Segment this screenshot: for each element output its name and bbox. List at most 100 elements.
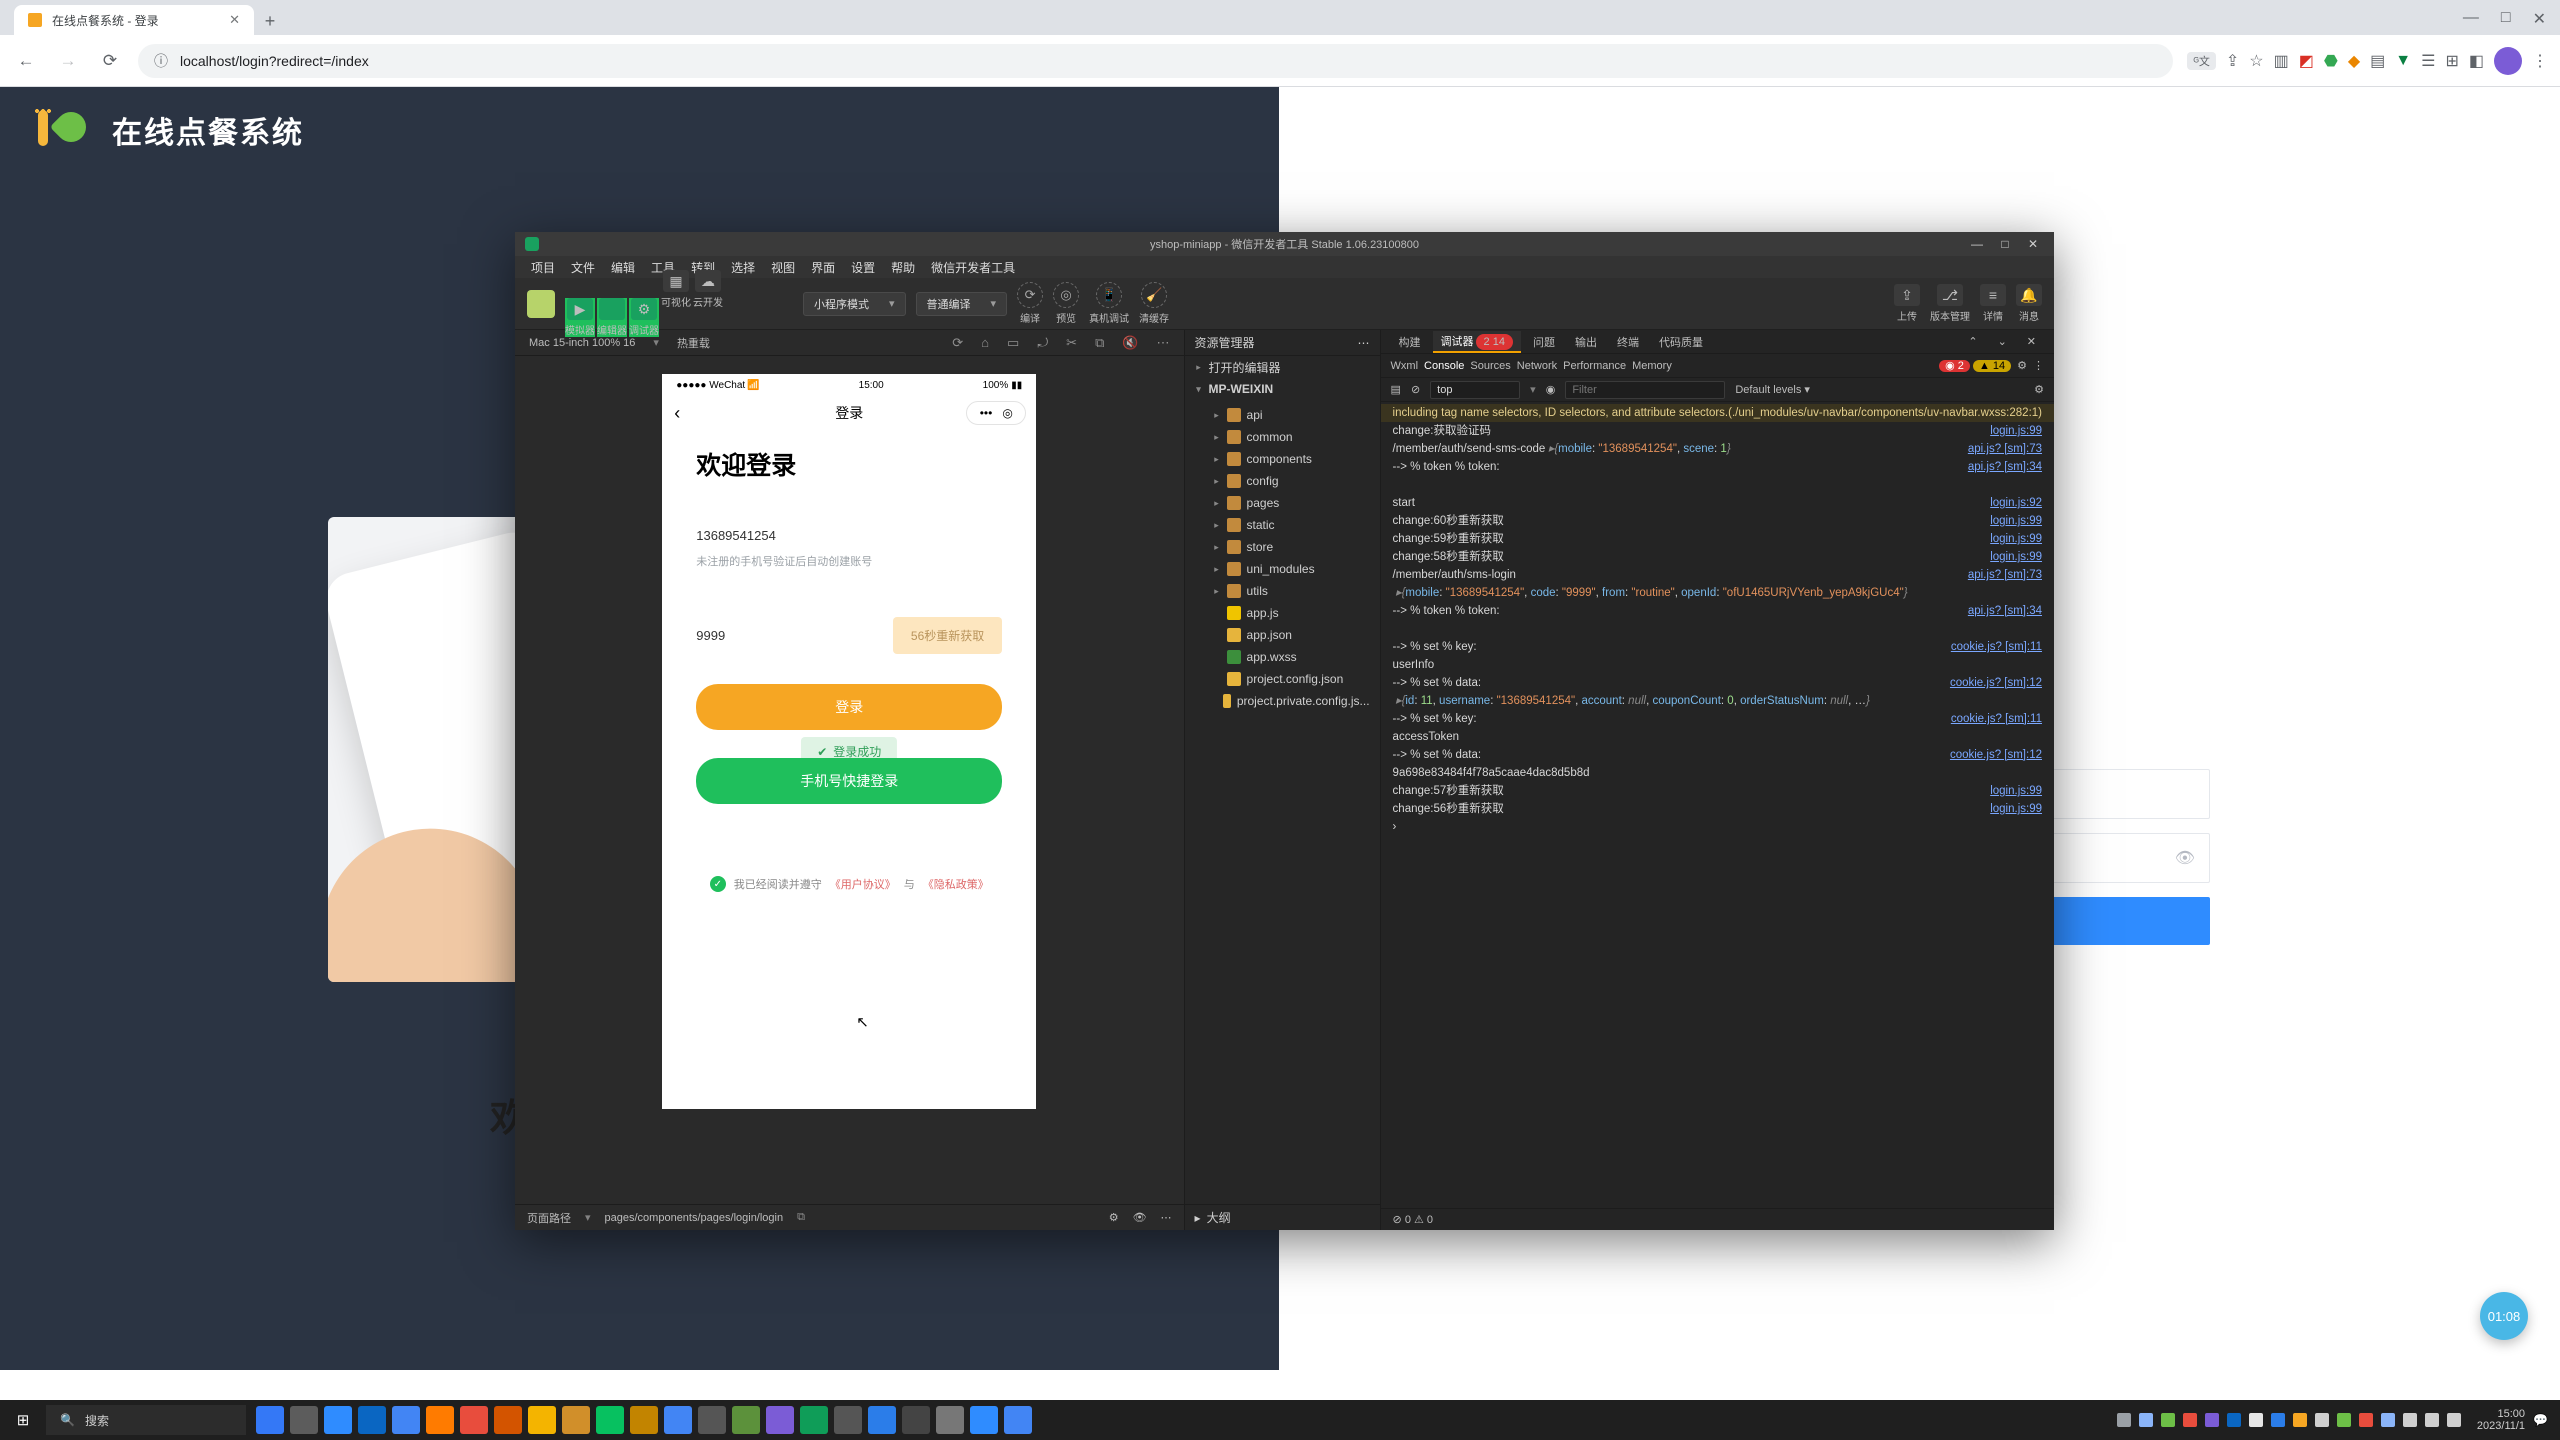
taskbar-app[interactable] [902, 1406, 930, 1434]
copy-icon[interactable]: ⧉ [797, 1211, 805, 1224]
console-line[interactable]: --> % set % data:cookie.js? [sm]:12 [1381, 674, 2054, 692]
taskbar-app[interactable] [494, 1406, 522, 1434]
sms-code-value[interactable]: 9999 [696, 628, 881, 643]
file-utils[interactable]: ▸utils [1185, 580, 1380, 602]
tray-icon[interactable] [2227, 1413, 2241, 1427]
site-info-icon[interactable]: ⓘ [154, 51, 168, 71]
volume-icon[interactable]: 🔇 [1122, 335, 1138, 351]
star-icon[interactable]: ☆ [2249, 51, 2263, 71]
console-output[interactable]: including tag name selectors, ID selecto… [1381, 402, 2054, 1208]
devtools-window-icon[interactable]: ✕ [2019, 333, 2044, 350]
taskbar-app[interactable] [256, 1406, 284, 1434]
taskbar-app[interactable] [1004, 1406, 1032, 1434]
console-line[interactable]: /member/auth/sms-loginapi.js? [sm]:73 [1381, 566, 2054, 584]
file-app.json[interactable]: app.json [1185, 624, 1380, 646]
menu-item[interactable]: 帮助 [885, 257, 921, 278]
project-root[interactable]: ▾MP-WEIXIN [1185, 378, 1380, 400]
ide-minimize-icon[interactable]: — [1966, 235, 1988, 253]
console-line[interactable]: --> % token % token:api.js? [sm]:34 [1381, 602, 2054, 620]
devtab-调试器[interactable]: 调试器2 14 [1433, 331, 1521, 353]
ext-icon[interactable]: ⊞ [2445, 51, 2458, 71]
menu-icon[interactable]: ⋮ [2532, 51, 2548, 71]
project-icon[interactable] [527, 290, 555, 318]
taskbar-app[interactable] [800, 1406, 828, 1434]
address-bar[interactable]: ⓘ localhost/login?redirect=/index [138, 44, 2173, 78]
eye-icon[interactable]: 👁 [1133, 1211, 1147, 1224]
privacy-link[interactable]: 《隐私政策》 [923, 876, 989, 892]
file-uni_modules[interactable]: ▸uni_modules [1185, 558, 1380, 580]
file-config[interactable]: ▸config [1185, 470, 1380, 492]
console-line[interactable]: --> % set % key:cookie.js? [sm]:11 [1381, 710, 2054, 728]
ext-icon[interactable]: ◧ [2469, 51, 2484, 71]
window-close-icon[interactable]: ✕ [2533, 9, 2546, 29]
quick-login-button[interactable]: 手机号快捷登录 [696, 758, 1002, 804]
start-button[interactable]: ⊞ [0, 1411, 46, 1429]
console-settings-icon[interactable]: ⚙ [2034, 383, 2044, 396]
toolbar-调试器[interactable]: ⚙调试器 [629, 298, 659, 337]
share-icon[interactable]: ⇪ [2226, 51, 2239, 71]
tray-icon[interactable] [2337, 1413, 2351, 1427]
devtools-icon[interactable]: ⚙ [2017, 359, 2027, 372]
capsule-close-icon[interactable]: ◎ [1002, 406, 1012, 420]
user-agreement-link[interactable]: 《用户协议》 [830, 876, 896, 892]
console-line[interactable]: ▸{id: 11, username: "13689541254", accou… [1381, 692, 2054, 710]
ext-icon[interactable]: ☰ [2421, 51, 2435, 71]
taskbar-app[interactable] [732, 1406, 760, 1434]
phone-frame-icon[interactable]: ▭ [1007, 335, 1019, 351]
subtab-Console[interactable]: Console [1424, 360, 1464, 372]
console-line[interactable]: startlogin.js:92 [1381, 494, 2054, 512]
console-line[interactable]: userInfo [1381, 656, 2054, 674]
ide-titlebar[interactable]: yshop-miniapp - 微信开发者工具 Stable 1.06.2310… [515, 232, 2054, 256]
tray-icon[interactable] [2205, 1413, 2219, 1427]
popout-icon[interactable]: ⧉ [1095, 335, 1104, 351]
menu-item[interactable]: 微信开发者工具 [925, 257, 1021, 278]
tray-icon[interactable] [2271, 1413, 2285, 1427]
translate-icon[interactable]: ᴳ文 [2187, 52, 2215, 70]
sidebar-toggle-icon[interactable]: ▤ [1391, 383, 1401, 396]
home-icon[interactable]: ⌂ [981, 335, 989, 350]
explorer-more-icon[interactable]: ⋯ [1358, 336, 1370, 350]
taskbar-clock[interactable]: 15:002023/11/1 [2477, 1408, 2525, 1432]
taskbar-app[interactable] [868, 1406, 896, 1434]
taskbar-app[interactable] [698, 1406, 726, 1434]
taskbar-app[interactable] [834, 1406, 862, 1434]
console-line[interactable]: --> % token % token:api.js? [sm]:34 [1381, 458, 2054, 476]
floating-timer-badge[interactable]: 01:08 [2480, 1292, 2528, 1340]
tray-icon[interactable] [2381, 1413, 2395, 1427]
device-label[interactable]: Mac 15-inch 100% 16 [529, 337, 635, 349]
ide-close-icon[interactable]: ✕ [2022, 235, 2044, 253]
mode-select[interactable]: 小程序模式▾ [803, 292, 906, 316]
tab-close-icon[interactable]: ✕ [229, 12, 240, 28]
console-line[interactable]: change:获取验证码login.js:99 [1381, 422, 2054, 440]
more-icon[interactable]: ⋯ [1157, 335, 1170, 351]
open-editors-section[interactable]: ▸打开的编辑器 [1185, 356, 1380, 378]
ext-icon[interactable]: ▥ [2274, 51, 2289, 71]
console-line[interactable]: --> % set % data:cookie.js? [sm]:12 [1381, 746, 2054, 764]
cut-icon[interactable]: ✂ [1066, 335, 1077, 351]
toolbar-消息[interactable]: 🔔消息 [2016, 284, 2042, 323]
devtab-代码质量[interactable]: 代码质量 [1651, 332, 1711, 352]
menu-item[interactable]: 项目 [525, 257, 561, 278]
tray-icon[interactable] [2183, 1413, 2197, 1427]
subtab-Memory[interactable]: Memory [1632, 360, 1672, 372]
toolbar-版本管理[interactable]: ⎇版本管理 [1930, 284, 1970, 323]
file-pages[interactable]: ▸pages [1185, 492, 1380, 514]
checkbox-checked-icon[interactable]: ✓ [710, 876, 726, 892]
console-line[interactable]: /member/auth/send-sms-code ▸{mobile: "13… [1381, 440, 2054, 458]
clear-console-icon[interactable]: ⊘ [1411, 383, 1420, 396]
tray-icon[interactable] [2447, 1413, 2461, 1427]
forward-icon[interactable]: → [54, 47, 82, 75]
taskbar-app[interactable] [596, 1406, 624, 1434]
subtab-Wxml[interactable]: Wxml [1391, 360, 1419, 372]
console-line[interactable]: change:57秒重新获取login.js:99 [1381, 782, 2054, 800]
toolbar-可视化[interactable]: ▦可视化 [661, 270, 691, 337]
file-app.js[interactable]: app.js [1185, 602, 1380, 624]
back-icon[interactable]: ← [12, 47, 40, 75]
file-app.wxss[interactable]: app.wxss [1185, 646, 1380, 668]
taskbar-app[interactable] [528, 1406, 556, 1434]
console-line[interactable]: --> % set % key:cookie.js? [sm]:11 [1381, 638, 2054, 656]
menu-item[interactable]: 选择 [725, 257, 761, 278]
toolbar-详情[interactable]: ≡详情 [1980, 284, 2006, 323]
gear-icon[interactable]: ⚙ [1109, 1211, 1119, 1224]
devtab-终端[interactable]: 终端 [1609, 332, 1647, 352]
